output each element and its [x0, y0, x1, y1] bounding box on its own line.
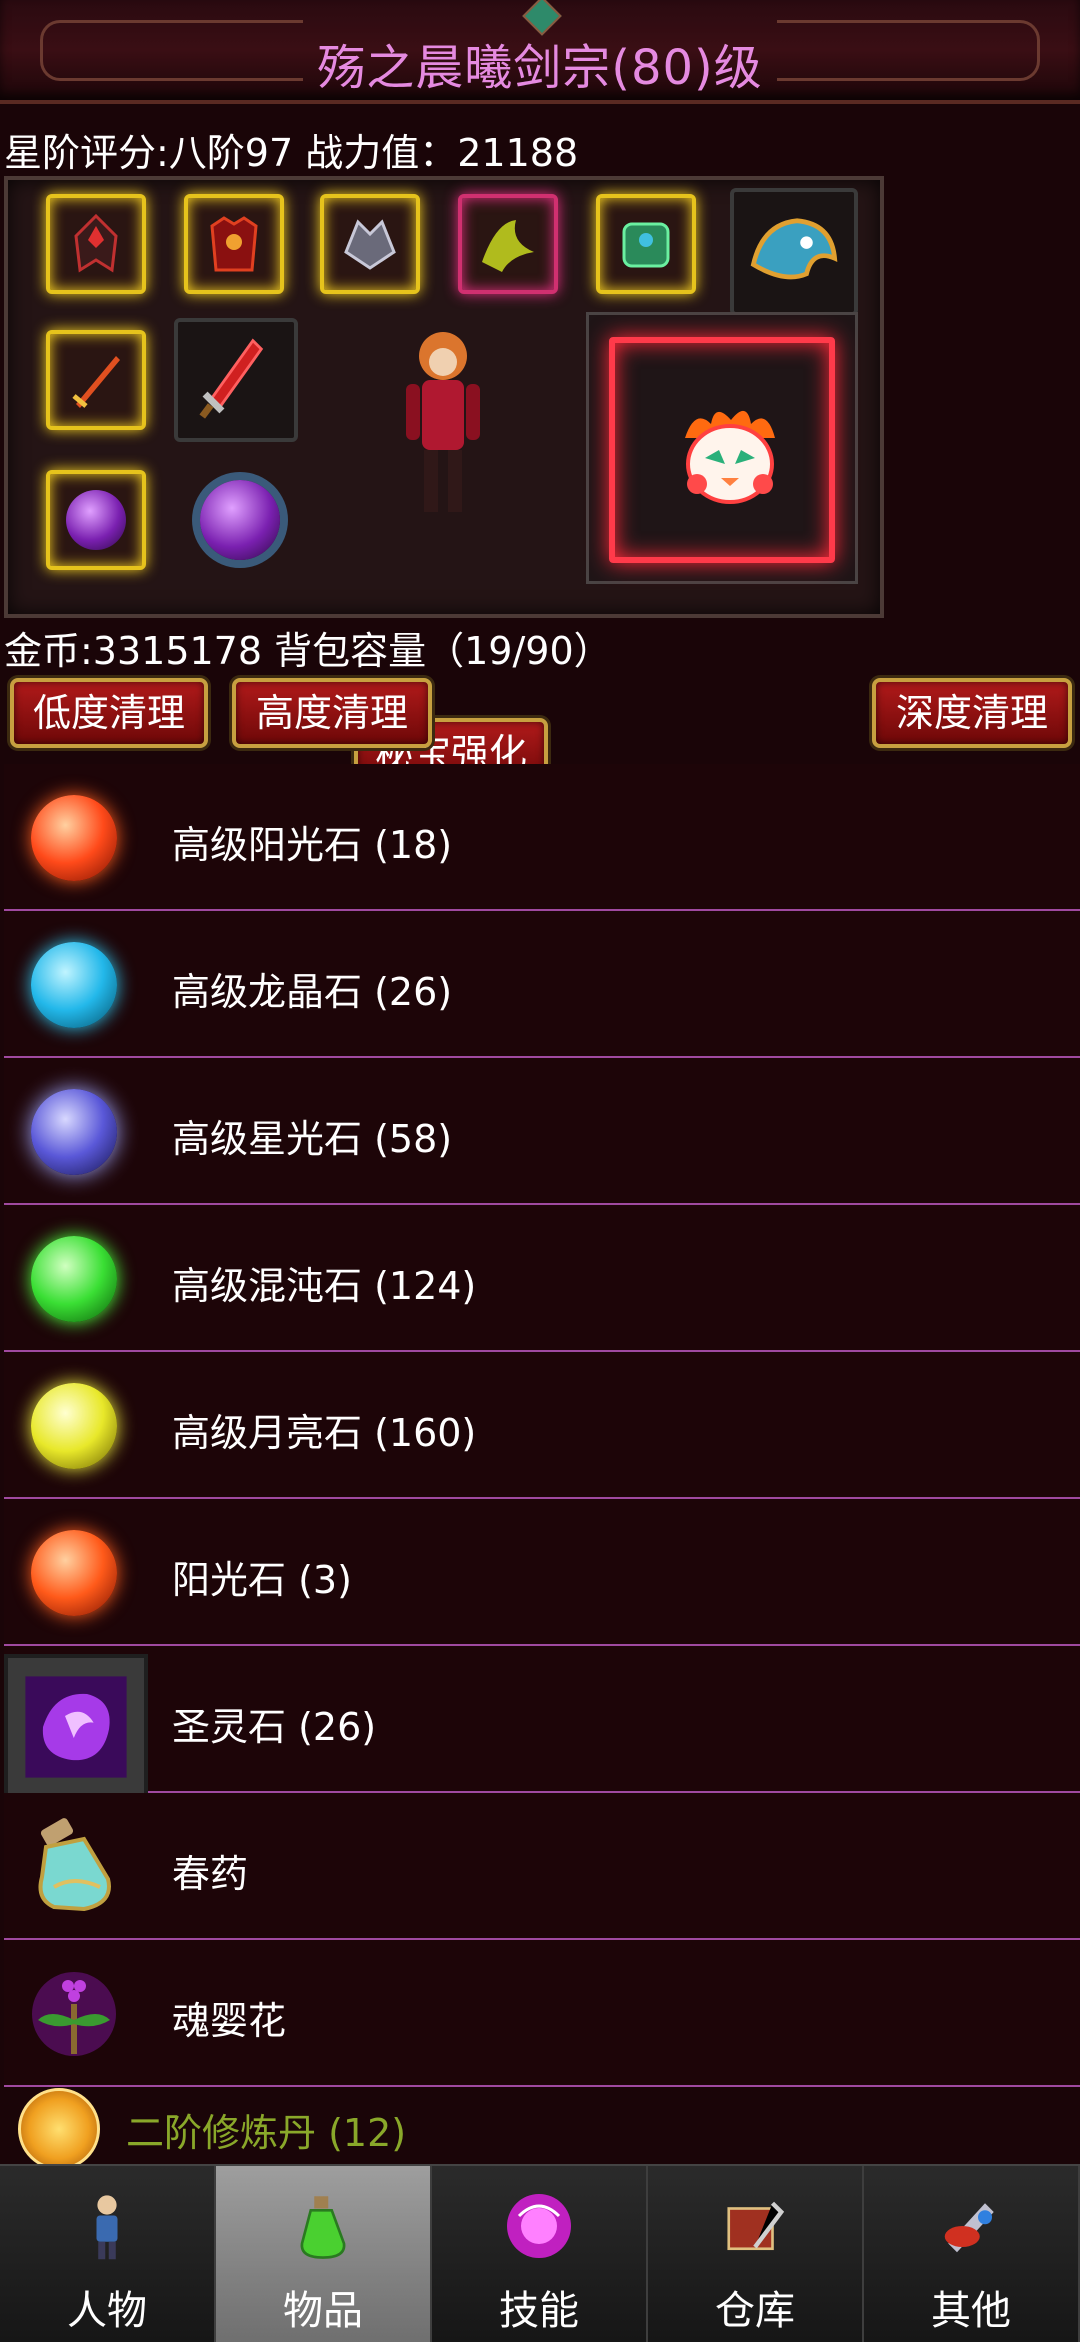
tab-label: 仓库: [715, 2288, 795, 2334]
item-icon-wrap: [10, 1078, 138, 1186]
other-icon: [931, 2186, 1011, 2266]
item-name: 圣灵石 (26): [172, 1705, 377, 1749]
item-name: 春药: [172, 1852, 249, 1896]
item-icon-wrap: [4, 1654, 148, 1800]
moon-stone-icon: [31, 1383, 117, 1469]
armor-icon: [210, 216, 258, 272]
bottom-tab-bar: 人物 物品 技能 仓库 其他: [0, 2164, 1080, 2342]
flame-sword-icon: [72, 356, 120, 408]
header-bar: 殇之晨曦剑宗(80)级: [0, 0, 1080, 104]
equip-slot-ring-left[interactable]: [46, 470, 146, 570]
inventory-list: 高级阳光石 (18) 高级龙晶石 (26) 高级星光石 (58) 高级混沌石 (…: [4, 764, 1080, 2087]
equip-slot-helmet[interactable]: [46, 194, 146, 294]
low-clean-button[interactable]: 低度清理: [10, 678, 208, 748]
dragon-crystal-icon: [31, 942, 117, 1028]
item-name: 高级龙晶石 (26): [172, 970, 453, 1014]
item-name: 高级阳光石 (18): [172, 823, 453, 867]
list-item[interactable]: 二阶修炼丹 (12): [4, 2082, 1080, 2170]
item-icon-wrap: [10, 784, 138, 892]
tab-label: 其他: [931, 2288, 1011, 2334]
character-figure: [406, 332, 480, 512]
list-item[interactable]: 魂婴花: [4, 1940, 1080, 2087]
fire-pet-icon: [685, 410, 775, 504]
list-item[interactable]: 阳光石 (3): [4, 1499, 1080, 1646]
list-item[interactable]: 高级阳光石 (18): [4, 764, 1080, 911]
red-sword-icon: [199, 338, 264, 419]
item-icon-wrap: [10, 1519, 138, 1627]
item-icon-wrap: [10, 931, 138, 1039]
character-title: 殇之晨曦剑宗(80)级: [317, 40, 763, 96]
list-item[interactable]: 高级月亮石 (160): [4, 1352, 1080, 1499]
equip-slot-wings[interactable]: [458, 194, 558, 294]
item-icon-wrap: [10, 1225, 138, 1333]
ring-right-icon: [200, 480, 280, 560]
tab-items[interactable]: 物品: [216, 2166, 432, 2342]
pet-slot-frame: [609, 337, 835, 563]
items-potion-icon: [283, 2186, 363, 2266]
tab-other[interactable]: 其他: [864, 2166, 1080, 2342]
skill-orb-icon: [499, 2186, 579, 2266]
cultivation-pill-icon: [18, 2088, 100, 2170]
item-name: 魂婴花: [172, 1999, 287, 2043]
chaos-stone-icon: [31, 1236, 117, 1322]
tab-skills[interactable]: 技能: [432, 2166, 648, 2342]
equip-slot-armor[interactable]: [184, 194, 284, 294]
equip-slot-mount[interactable]: [730, 188, 858, 316]
equip-slot-shoulder[interactable]: [320, 194, 420, 294]
equip-slot-ring-right[interactable]: [182, 462, 298, 578]
equip-slot-offhand[interactable]: [174, 318, 298, 442]
item-icon-wrap: [10, 1960, 138, 2068]
sun-stone-icon: [31, 1530, 117, 1616]
item-name: 高级星光石 (58): [172, 1117, 453, 1161]
belt-icon: [622, 222, 670, 268]
rating-and-power: 星阶评分:八阶97 战力值：21188: [4, 131, 579, 175]
tab-warehouse[interactable]: 仓库: [648, 2166, 864, 2342]
equip-slot-belt[interactable]: [596, 194, 696, 294]
item-icon-wrap: [10, 1372, 138, 1480]
mount-beast-icon: [750, 218, 838, 280]
potion-bottle-icon: [38, 1818, 111, 1912]
list-item[interactable]: 高级龙晶石 (26): [4, 911, 1080, 1058]
holy-spirit-stone-icon: [25, 1676, 127, 1778]
starlight-stone-icon: [31, 1089, 117, 1175]
item-name: 二阶修炼丹 (12): [126, 2111, 407, 2155]
tab-character[interactable]: 人物: [0, 2166, 216, 2342]
pet-slot[interactable]: [586, 312, 858, 584]
ring-left-icon: [66, 490, 126, 550]
equipment-panel: 秘宝强化: [4, 176, 884, 788]
high-clean-button[interactable]: 高度清理: [232, 678, 432, 748]
character-icon: [67, 2186, 147, 2266]
wings-icon: [482, 220, 534, 272]
helmet-icon: [74, 213, 118, 273]
soul-flower-icon: [32, 1972, 116, 2056]
item-icon-wrap: [10, 1813, 138, 1921]
tab-label: 人物: [67, 2288, 147, 2334]
list-item[interactable]: 圣灵石 (26): [4, 1646, 1080, 1800]
list-item[interactable]: 高级混沌石 (124): [4, 1205, 1080, 1352]
list-item[interactable]: 高级星光石 (58): [4, 1058, 1080, 1205]
item-name: 高级混沌石 (124): [172, 1264, 477, 1308]
gold-and-bag-capacity: 金币:3315178 背包容量（19/90）: [4, 629, 612, 673]
item-name: 阳光石 (3): [172, 1558, 352, 1602]
warehouse-icon: [715, 2186, 795, 2266]
tab-label: 物品: [283, 2288, 363, 2334]
tab-label: 技能: [499, 2288, 579, 2334]
list-item[interactable]: 春药: [4, 1793, 1080, 1940]
deep-clean-button[interactable]: 深度清理: [872, 678, 1072, 748]
sun-stone-icon: [31, 795, 117, 881]
shoulder-armor-icon: [344, 219, 396, 270]
item-name: 高级月亮石 (160): [172, 1411, 477, 1455]
equip-slot-weapon[interactable]: [46, 330, 146, 430]
